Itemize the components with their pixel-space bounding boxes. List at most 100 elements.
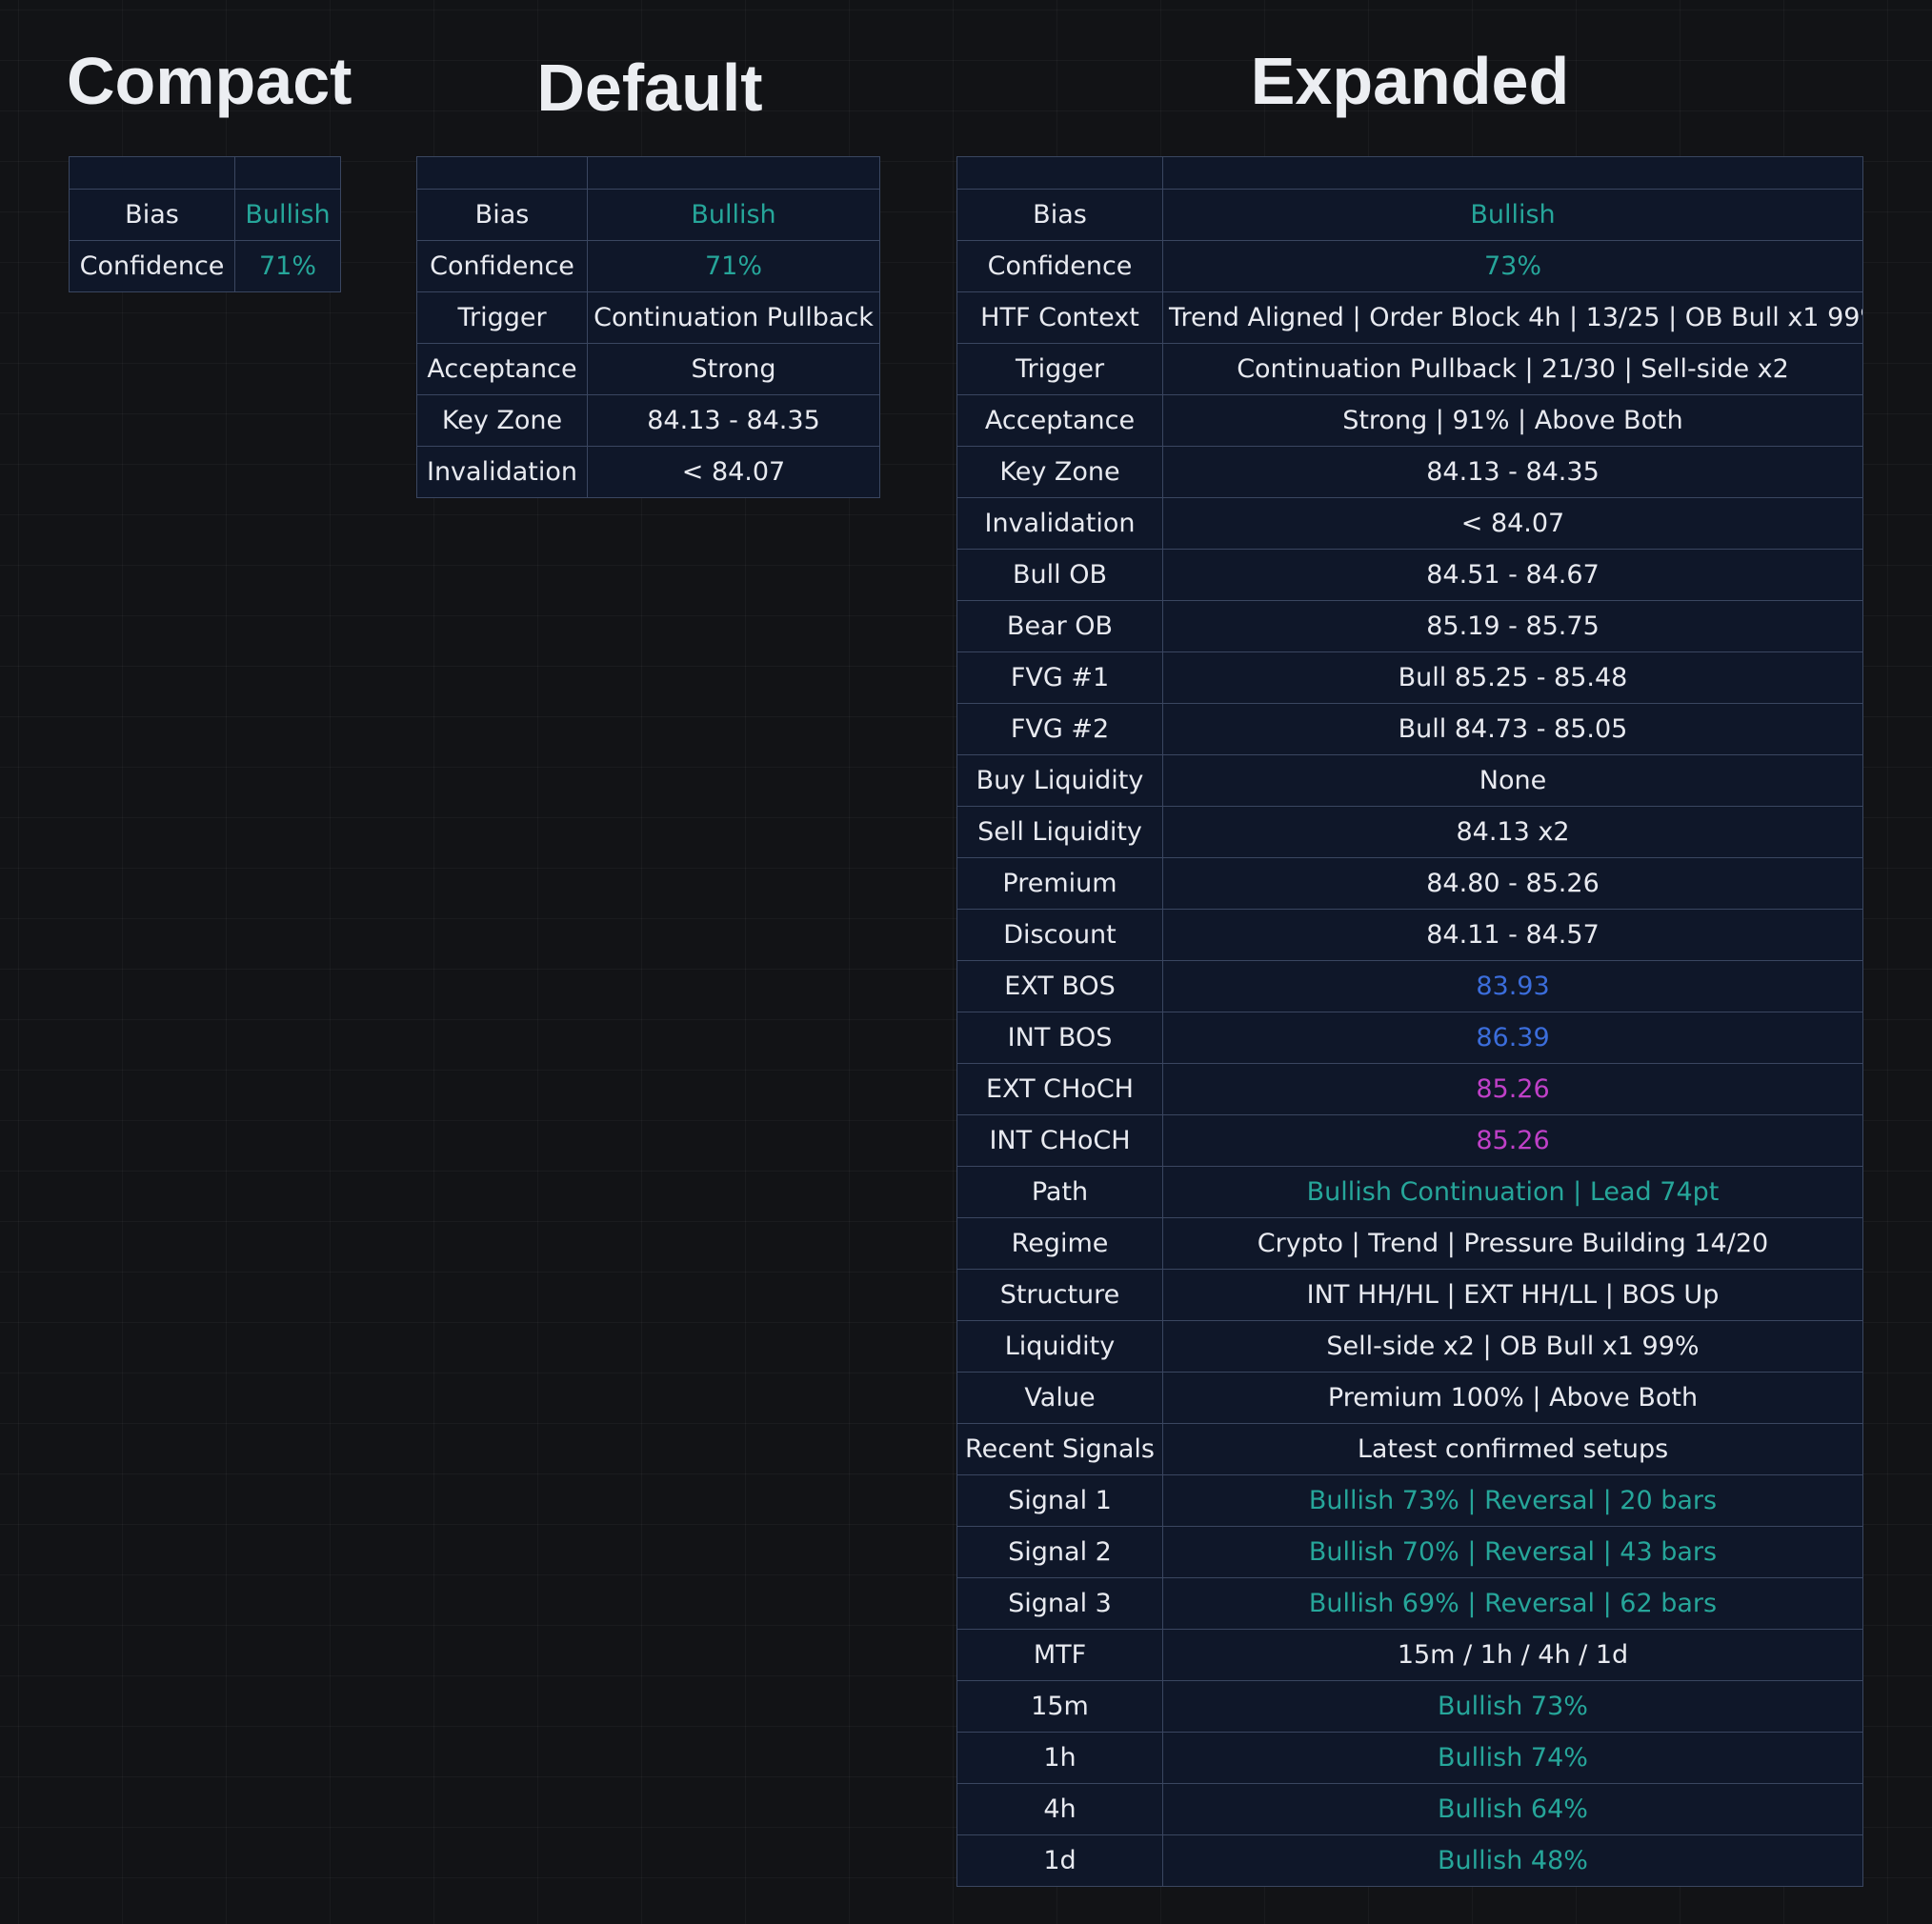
- row-value: Trend Aligned | Order Block 4h | 13/25 |…: [1162, 291, 1863, 344]
- table-row: Bias Bullish: [956, 189, 1863, 241]
- table-row: 1d Bullish 48%: [956, 1834, 1863, 1887]
- compact-dashboard-table: Bias Bullish Confidence 71%: [69, 156, 341, 292]
- row-value: Strong: [587, 343, 880, 395]
- table-row: Invalidation < 84.07: [956, 497, 1863, 550]
- table-row: Discount 84.11 - 84.57: [956, 909, 1863, 961]
- row-value: Latest confirmed setups: [1162, 1423, 1863, 1475]
- row-label: Bull OB: [956, 549, 1163, 601]
- row-label: FVG #1: [956, 651, 1163, 704]
- default-title-area: Default: [416, 0, 883, 124]
- table-row: Acceptance Strong | 91% | Above Both: [956, 394, 1863, 447]
- row-value: Bullish: [587, 189, 880, 241]
- table-row: Key Zone 84.13 - 84.35: [416, 394, 880, 447]
- table-row: Value Premium 100% | Above Both: [956, 1372, 1863, 1424]
- table-row: INT CHoCH 85.26: [956, 1114, 1863, 1167]
- header-cell: [1162, 156, 1863, 190]
- row-value: Bullish: [1162, 189, 1863, 241]
- row-label: Trigger: [416, 291, 588, 344]
- row-value: Strong | 91% | Above Both: [1162, 394, 1863, 447]
- row-value: 85.19 - 85.75: [1162, 600, 1863, 652]
- row-label: Structure: [956, 1269, 1163, 1321]
- row-label: 1d: [956, 1834, 1163, 1887]
- row-value: Crypto | Trend | Pressure Building 14/20: [1162, 1217, 1863, 1270]
- table-row: Confidence 71%: [69, 240, 341, 292]
- table-row: EXT BOS 83.93: [956, 960, 1863, 1012]
- row-value: 84.13 x2: [1162, 806, 1863, 858]
- row-value: Sell-side x2 | OB Bull x1 99%: [1162, 1320, 1863, 1373]
- row-value: Bullish 74%: [1162, 1732, 1863, 1784]
- row-value: 85.26: [1162, 1063, 1863, 1115]
- table-row: Bias Bullish: [69, 189, 341, 241]
- row-label: Invalidation: [956, 497, 1163, 550]
- row-value: 71%: [234, 240, 341, 292]
- row-value: None: [1162, 754, 1863, 807]
- row-value: Bullish 70% | Reversal | 43 bars: [1162, 1526, 1863, 1578]
- row-value: Bullish 73% | Reversal | 20 bars: [1162, 1474, 1863, 1527]
- row-label: Acceptance: [956, 394, 1163, 447]
- row-label: Acceptance: [416, 343, 588, 395]
- table-row: HTF Context Trend Aligned | Order Block 4…: [956, 291, 1863, 344]
- row-value: Premium 100% | Above Both: [1162, 1372, 1863, 1424]
- row-value: 83.93: [1162, 960, 1863, 1012]
- row-value: Continuation Pullback | 21/30 | Sell-sid…: [1162, 343, 1863, 395]
- row-label: Invalidation: [416, 446, 588, 498]
- table-row: Bear OB 85.19 - 85.75: [956, 600, 1863, 652]
- row-label: Confidence: [69, 240, 235, 292]
- header-cell: [416, 156, 588, 190]
- default-dashboard-table: Bias Bullish Confidence 71% Trigger Continuat…: [416, 156, 880, 498]
- row-label: Path: [956, 1166, 1163, 1218]
- header-cell: [956, 156, 1163, 190]
- row-value: 86.39: [1162, 1012, 1863, 1064]
- row-value: Bullish 48%: [1162, 1834, 1863, 1887]
- table-row: 4h Bullish 64%: [956, 1783, 1863, 1835]
- row-label: Key Zone: [956, 446, 1163, 498]
- table-row: Recent Signals Latest confirmed setups: [956, 1423, 1863, 1475]
- row-value: INT HH/HL | EXT HH/LL | BOS Up: [1162, 1269, 1863, 1321]
- table-row: Regime Crypto | Trend | Pressure Building…: [956, 1217, 1863, 1270]
- row-label: Buy Liquidity: [956, 754, 1163, 807]
- row-label: Premium: [956, 857, 1163, 910]
- row-value: Bullish 64%: [1162, 1783, 1863, 1835]
- row-label: HTF Context: [956, 291, 1163, 344]
- row-label: Bias: [69, 189, 235, 241]
- row-value: Bullish Continuation | Lead 74pt: [1162, 1166, 1863, 1218]
- table-row: Sell Liquidity 84.13 x2: [956, 806, 1863, 858]
- table-row: Acceptance Strong: [416, 343, 880, 395]
- row-label: Liquidity: [956, 1320, 1163, 1373]
- table-row: Key Zone 84.13 - 84.35: [956, 446, 1863, 498]
- row-label: Confidence: [956, 240, 1163, 292]
- row-value: 71%: [587, 240, 880, 292]
- table-row: Confidence 73%: [956, 240, 1863, 292]
- row-label: Confidence: [416, 240, 588, 292]
- row-value: 15m / 1h / 4h / 1d: [1162, 1629, 1863, 1681]
- row-value: 85.26: [1162, 1114, 1863, 1167]
- row-label: Sell Liquidity: [956, 806, 1163, 858]
- row-label: EXT CHoCH: [956, 1063, 1163, 1115]
- table-header-row: [956, 156, 1863, 190]
- row-label: Recent Signals: [956, 1423, 1163, 1475]
- table-row: Signal 3 Bullish 69% | Reversal | 62 bars: [956, 1577, 1863, 1630]
- header-cell: [587, 156, 880, 190]
- row-label: Trigger: [956, 343, 1163, 395]
- header-cell: [69, 156, 235, 190]
- row-label: Discount: [956, 909, 1163, 961]
- row-value: 84.13 - 84.35: [587, 394, 880, 447]
- table-row: Bull OB 84.51 - 84.67: [956, 549, 1863, 601]
- expanded-dashboard-table: Bias Bullish Confidence 73% HTF Context Trend…: [956, 156, 1863, 1887]
- row-label: Value: [956, 1372, 1163, 1424]
- table-header-row: [69, 156, 341, 190]
- row-label: Key Zone: [416, 394, 588, 447]
- row-label: Signal 3: [956, 1577, 1163, 1630]
- expanded-title-area: Expanded: [957, 0, 1862, 124]
- table-row: Bias Bullish: [416, 189, 880, 241]
- row-value: < 84.07: [1162, 497, 1863, 550]
- row-label: MTF: [956, 1629, 1163, 1681]
- table-row: 1h Bullish 74%: [956, 1732, 1863, 1784]
- compact-panel-title: Compact: [67, 44, 352, 118]
- row-label: Regime: [956, 1217, 1163, 1270]
- row-label: INT CHoCH: [956, 1114, 1163, 1167]
- header-cell: [234, 156, 341, 190]
- row-value: 84.51 - 84.67: [1162, 549, 1863, 601]
- row-label: Bias: [956, 189, 1163, 241]
- row-label: Bias: [416, 189, 588, 241]
